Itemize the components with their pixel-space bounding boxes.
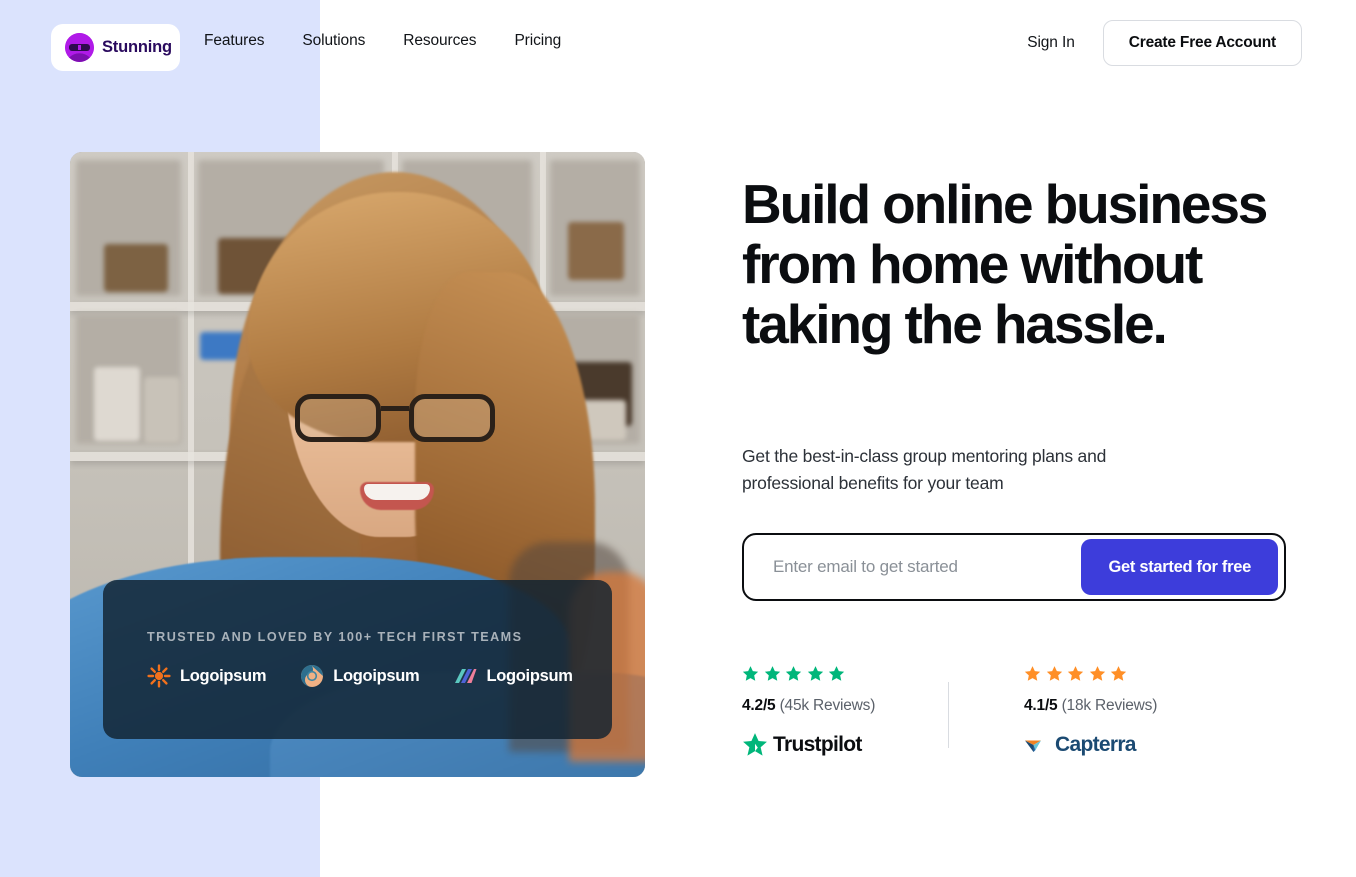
trustpilot-brand: Trustpilot xyxy=(742,732,948,758)
stunning-avatar-icon xyxy=(65,33,94,62)
trustpilot-score: 4.2/5 xyxy=(742,697,776,714)
primary-nav: Features Solutions Resources Pricing xyxy=(204,32,561,50)
star-icon xyxy=(1024,665,1041,681)
rating-capterra: 4.1/5 (18k Reviews) Capterra xyxy=(1024,663,1230,758)
sign-in-link[interactable]: Sign In xyxy=(1027,34,1075,52)
star-icon xyxy=(742,665,759,681)
nav-item-pricing[interactable]: Pricing xyxy=(514,32,561,50)
partner-logos: Logoipsum Logoipsum Logoipsum xyxy=(147,664,573,688)
create-free-account-button[interactable]: Create Free Account xyxy=(1102,20,1302,66)
star-icon xyxy=(785,665,802,681)
header-actions: Sign In Create Free Account xyxy=(1027,20,1302,66)
trustpilot-stars xyxy=(742,663,948,683)
partner-logo-3-label: Logoipsum xyxy=(486,666,573,685)
hero-photo: TRUSTED AND LOVED BY 100+ TECH FIRST TEA… xyxy=(70,152,645,777)
trustpilot-brand-label: Trustpilot xyxy=(773,733,862,756)
signup-form: Get started for free xyxy=(742,533,1286,601)
capterra-reviews: (18k Reviews) xyxy=(1061,697,1158,714)
capterra-brand-label: Capterra xyxy=(1055,733,1136,756)
rating-trustpilot: 4.2/5 (45k Reviews) Trustpilot xyxy=(742,663,948,758)
star-icon xyxy=(1046,665,1062,681)
brand-name: Stunning xyxy=(102,38,172,56)
partner-logo-3: Logoipsum xyxy=(453,664,573,688)
star-icon xyxy=(1089,665,1105,681)
trustpilot-score-line: 4.2/5 (45k Reviews) xyxy=(742,697,948,715)
ratings-row: 4.2/5 (45k Reviews) Trustpilot 4.1/5 (18… xyxy=(742,663,1230,758)
ratings-divider xyxy=(948,682,949,748)
star-icon xyxy=(764,665,780,681)
page-title: Build online business from home without … xyxy=(742,173,1268,355)
site-header: Stunning Features Solutions Resources Pr… xyxy=(0,0,1356,90)
nav-item-features[interactable]: Features xyxy=(204,32,264,50)
trusted-by-card: TRUSTED AND LOVED BY 100+ TECH FIRST TEA… xyxy=(103,580,612,739)
star-icon xyxy=(807,665,823,681)
capterra-brand: Capterra xyxy=(1024,732,1230,758)
capterra-arrow-icon xyxy=(1025,740,1041,752)
get-started-button[interactable]: Get started for free xyxy=(1081,539,1278,595)
diagonal-slashes-icon xyxy=(453,664,477,688)
capterra-stars xyxy=(1024,663,1230,683)
star-icon xyxy=(1110,665,1127,681)
star-icon xyxy=(828,665,845,681)
sunburst-icon xyxy=(147,664,171,688)
capterra-score-line: 4.1/5 (18k Reviews) xyxy=(1024,697,1230,715)
trusted-by-label: TRUSTED AND LOVED BY 100+ TECH FIRST TEA… xyxy=(147,630,523,644)
trustpilot-reviews: (45k Reviews) xyxy=(779,697,876,714)
star-icon xyxy=(1067,665,1084,681)
partner-logo-2: Logoipsum xyxy=(300,664,420,688)
nav-item-solutions[interactable]: Solutions xyxy=(302,32,365,50)
partner-logo-1-label: Logoipsum xyxy=(180,666,267,685)
capterra-score: 4.1/5 xyxy=(1024,697,1058,714)
circle-swirl-icon xyxy=(300,664,324,688)
email-input[interactable] xyxy=(744,538,1082,596)
landing-page: Stunning Features Solutions Resources Pr… xyxy=(0,0,1356,877)
trustpilot-star-icon xyxy=(743,733,767,756)
nav-item-resources[interactable]: Resources xyxy=(403,32,476,50)
partner-logo-1: Logoipsum xyxy=(147,664,267,688)
partner-logo-2-label: Logoipsum xyxy=(333,666,420,685)
eyeglasses-icon xyxy=(295,390,495,446)
hero-subheading: Get the best-in-class group mentoring pl… xyxy=(742,446,1107,493)
brand-logo[interactable]: Stunning xyxy=(51,24,180,71)
